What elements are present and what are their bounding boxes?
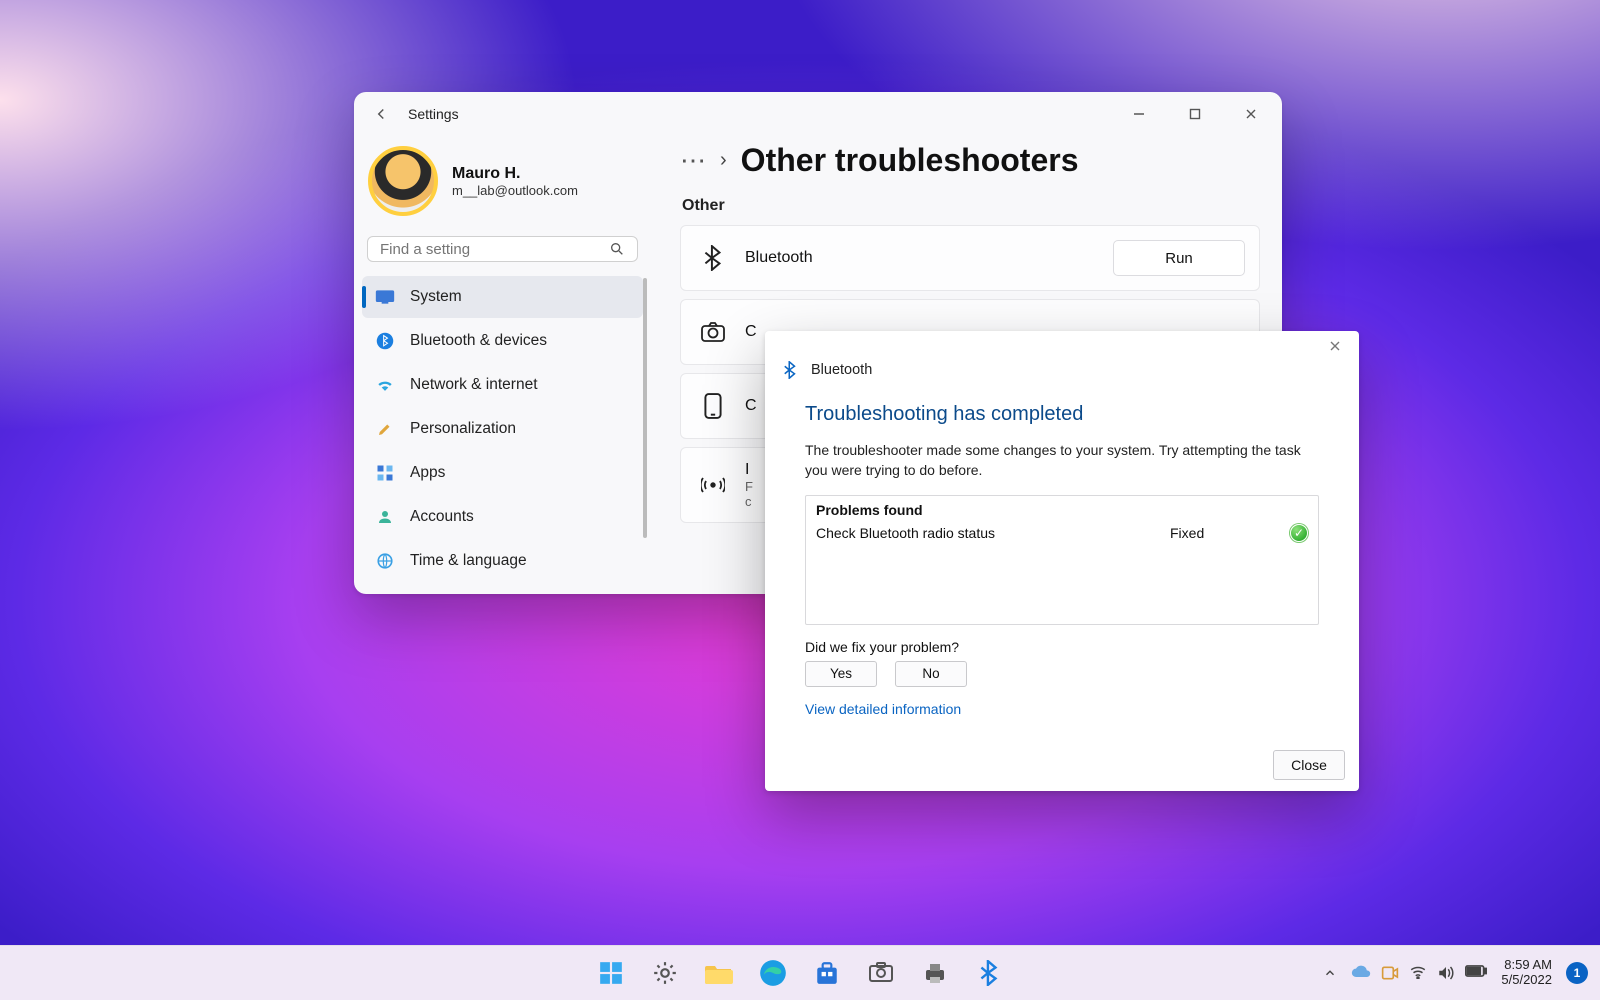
feedback-no-button[interactable]: No (895, 661, 967, 687)
nav-label: Personalization (410, 420, 516, 438)
breadcrumb-overflow[interactable]: ⋯ (680, 154, 706, 167)
phone-icon (699, 392, 727, 420)
back-button[interactable] (360, 96, 402, 132)
clock-date: 5/5/2022 (1501, 973, 1552, 988)
nav-label: Time & language (410, 552, 527, 570)
taskbar-settings[interactable] (643, 951, 687, 995)
system-tray: 8:59 AM 5/5/2022 1 (1323, 946, 1588, 1000)
dialog-heading: Troubleshooting has completed (805, 403, 1319, 426)
troubleshooter-dialog: Bluetooth Troubleshooting has completed … (765, 331, 1359, 791)
nav-bluetooth[interactable]: Bluetooth & devices (362, 320, 643, 362)
taskbar-print[interactable] (913, 951, 957, 995)
tray-volume-icon[interactable] (1437, 965, 1455, 981)
globe-icon (374, 550, 396, 572)
breadcrumb: ⋯ › Other troubleshooters (680, 142, 1260, 179)
nav-label: Accounts (410, 508, 474, 526)
tray-chevron-icon[interactable] (1323, 966, 1337, 980)
card-label: Bluetooth (745, 249, 1095, 267)
problem-issue: Check Bluetooth radio status (816, 525, 1170, 541)
problem-row: Check Bluetooth radio status Fixed ✓ (816, 524, 1308, 542)
view-detailed-link[interactable]: View detailed information (805, 701, 1319, 717)
problems-list: Problems found Check Bluetooth radio sta… (805, 495, 1319, 625)
feedback-yes-button[interactable]: Yes (805, 661, 877, 687)
nav-list: System Bluetooth & devices Network & int… (362, 276, 643, 582)
nav-network[interactable]: Network & internet (362, 364, 643, 406)
bluetooth-icon (783, 361, 801, 379)
tray-wifi-icon[interactable] (1409, 965, 1427, 981)
dialog-description: The troubleshooter made some changes to … (805, 440, 1319, 481)
taskbar-bluetooth[interactable] (967, 951, 1011, 995)
search-input[interactable] (380, 241, 601, 258)
nav-label: Bluetooth & devices (410, 332, 547, 350)
nav-apps[interactable]: Apps (362, 452, 643, 494)
camera-icon (699, 318, 727, 346)
nav-system[interactable]: System (362, 276, 643, 318)
nav-accounts[interactable]: Accounts (362, 496, 643, 538)
dialog-name: Bluetooth (811, 362, 872, 378)
nav-label: Network & internet (410, 376, 538, 394)
settings-titlebar: Settings (354, 92, 1282, 136)
account-name: Mauro H. (452, 165, 578, 183)
notification-badge[interactable]: 1 (1566, 962, 1588, 984)
taskbar-snip[interactable] (859, 951, 903, 995)
close-button[interactable] (1226, 96, 1276, 132)
taskbar-explorer[interactable] (697, 951, 741, 995)
account-block[interactable]: Mauro H. m__lab@outlook.com (362, 140, 643, 230)
nav-label: Apps (410, 464, 445, 482)
tray-onedrive-icon[interactable] (1351, 965, 1371, 981)
problem-status: Fixed (1170, 525, 1290, 541)
person-icon (374, 506, 396, 528)
brush-icon (374, 418, 396, 440)
page-title: Other troubleshooters (741, 142, 1079, 179)
clock-time: 8:59 AM (1501, 958, 1552, 973)
taskbar-clock[interactable]: 8:59 AM 5/5/2022 (1501, 958, 1552, 988)
nav-personalization[interactable]: Personalization (362, 408, 643, 450)
system-icon (374, 286, 396, 308)
apps-icon (374, 462, 396, 484)
minimize-button[interactable] (1114, 96, 1164, 132)
dialog-close-button[interactable] (1317, 333, 1353, 359)
taskbar-edge[interactable] (751, 951, 795, 995)
nav-time[interactable]: Time & language (362, 540, 643, 582)
signal-icon (699, 471, 727, 499)
check-icon: ✓ (1290, 524, 1308, 542)
bluetooth-icon (699, 244, 727, 272)
troubleshooter-card-bluetooth[interactable]: Bluetooth Run (680, 225, 1260, 291)
settings-sidebar: Mauro H. m__lab@outlook.com System (354, 136, 652, 594)
start-button[interactable] (589, 951, 633, 995)
account-email: m__lab@outlook.com (452, 183, 578, 198)
window-title: Settings (408, 106, 459, 122)
wifi-icon (374, 374, 396, 396)
chevron-right-icon: › (720, 149, 727, 172)
run-label: Run (1165, 250, 1193, 267)
avatar (368, 146, 438, 216)
section-label: Other (682, 197, 1260, 215)
search-icon (609, 241, 625, 257)
nav-label: System (410, 288, 462, 306)
taskbar: 8:59 AM 5/5/2022 1 (0, 945, 1600, 1000)
tray-meet-icon[interactable] (1381, 965, 1399, 981)
problems-header: Problems found (816, 502, 1308, 518)
feedback-question: Did we fix your problem? (805, 639, 1319, 655)
taskbar-store[interactable] (805, 951, 849, 995)
bluetooth-icon (374, 330, 396, 352)
run-button[interactable]: Run (1113, 240, 1245, 276)
search-box[interactable] (367, 236, 638, 262)
maximize-button[interactable] (1170, 96, 1220, 132)
dialog-header: Bluetooth (765, 361, 1359, 385)
dialog-close-footer-button[interactable]: Close (1273, 750, 1345, 780)
tray-battery-icon[interactable] (1465, 965, 1487, 981)
